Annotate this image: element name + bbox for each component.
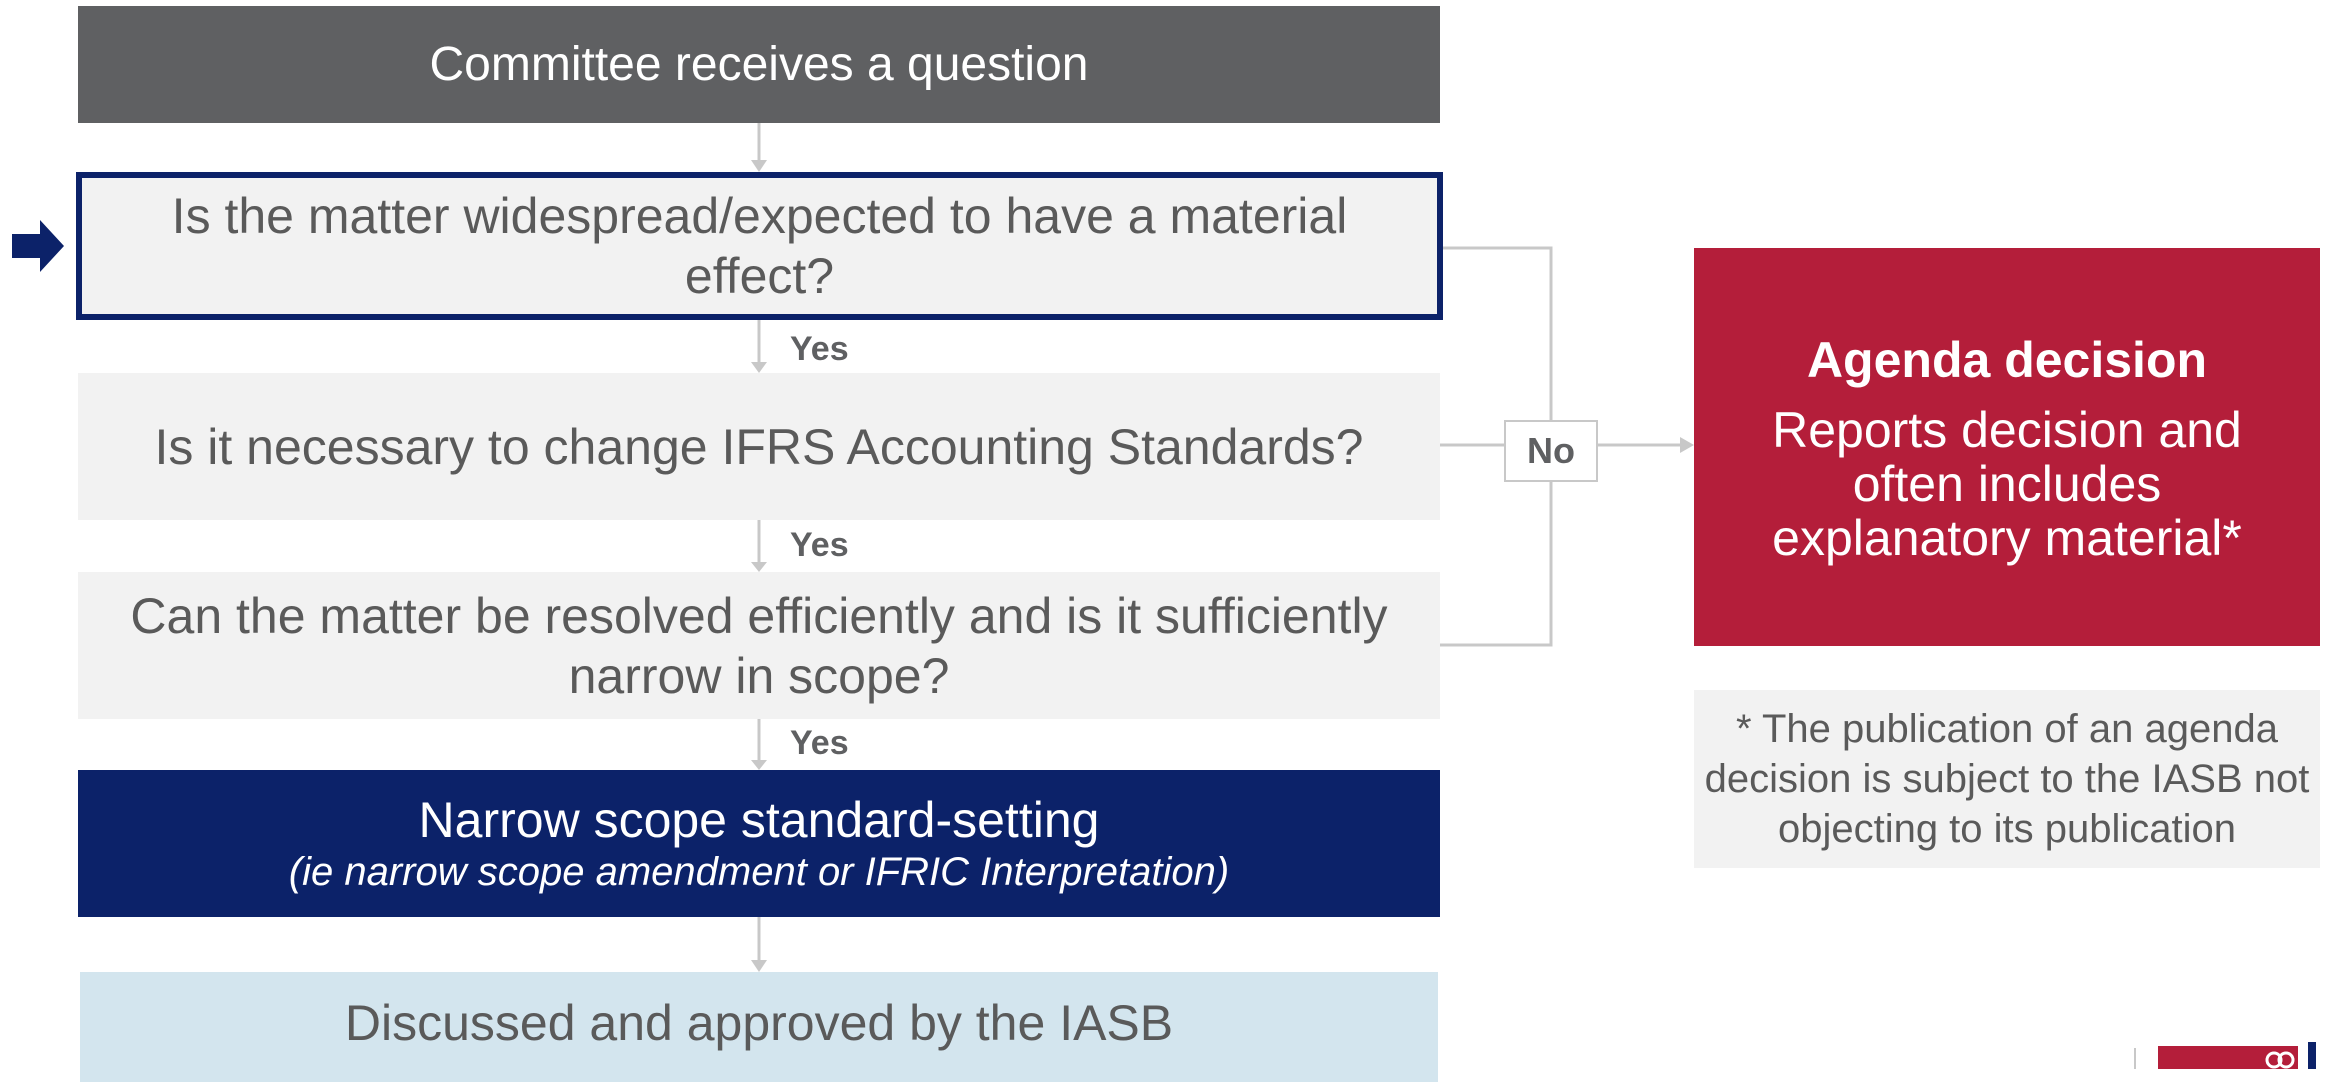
arrowhead-agenda [1680,437,1694,453]
no-label-box: No [1504,420,1598,482]
agenda-title: Agenda decision [1806,332,2208,388]
arrowhead-narrow [751,760,767,770]
agenda-body: Reports decision and often includes expl… [1772,402,2242,566]
agenda-decision-box: Agenda decision Reports decision and oft… [1694,248,2320,646]
footnote-text: * The publication of an agenda decision … [1704,707,2310,851]
footnote-box: * The publication of an agenda decision … [1694,690,2320,868]
current-step-arrow-icon [12,220,64,272]
arrowhead-q3 [751,562,767,572]
iasb-label: Discussed and approved by the IASB [344,995,1174,1051]
yes-label-3: Yes [790,724,849,762]
arrowhead-iasb [751,960,767,972]
committee-receives-question-box: Committee receives a question [78,6,1440,123]
yes-label-1: Yes [790,330,849,368]
question-change-standards-box: Is it necessary to change IFRS Accountin… [78,373,1440,520]
narrow-subtitle: (ie narrow scope amendment or IFRIC Inte… [288,849,1230,894]
q2-label: Is it necessary to change IFRS Accountin… [154,418,1364,475]
narrow-scope-standard-setting-box: Narrow scope standard-setting (ie narrow… [78,770,1440,917]
connector-q1-no [1443,246,1553,420]
narrow-title: Narrow scope standard-setting [418,791,1100,848]
no-label: No [1527,430,1575,471]
connector-q3-no [1440,482,1553,647]
start-label: Committee receives a question [429,38,1089,91]
iasb-approval-box: Discussed and approved by the IASB [80,972,1438,1082]
q1-label: Is the matter widespread/expected to hav… [171,188,1348,304]
arrowhead-q2 [751,362,767,373]
logo-icon [2134,1042,2316,1069]
question-material-effect-box: Is the matter widespread/expected to hav… [76,172,1443,320]
arrowhead-q1 [751,160,767,172]
yes-label-2: Yes [790,526,849,564]
question-narrow-scope-box: Can the matter be resolved efficiently a… [78,572,1440,719]
q3-label: Can the matter be resolved efficiently a… [130,587,1388,704]
